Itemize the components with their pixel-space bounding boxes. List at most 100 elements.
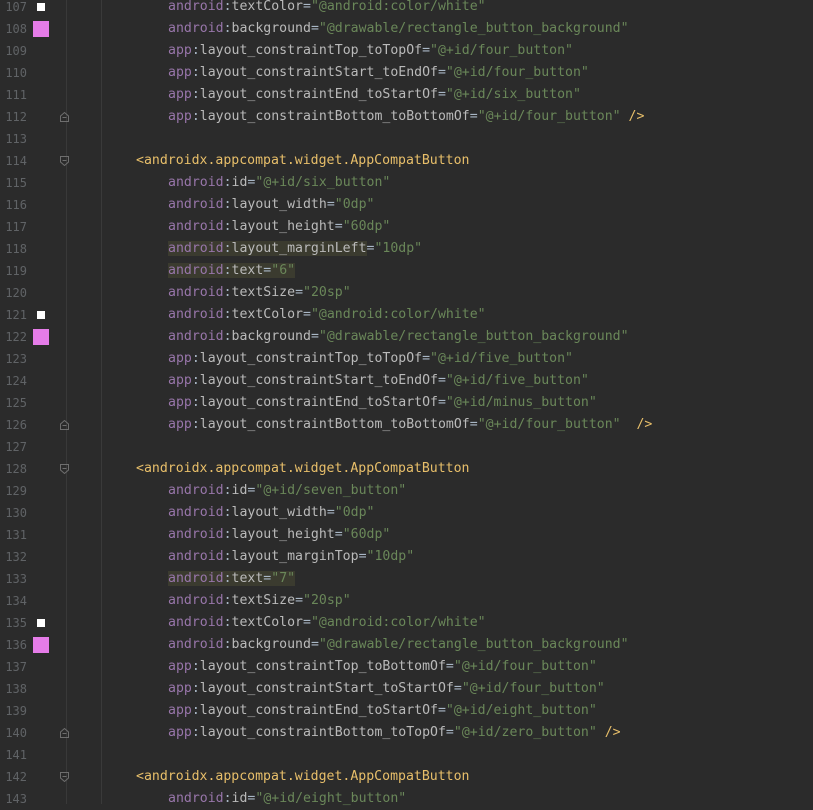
code-token: app <box>168 87 192 102</box>
code-token: = <box>326 197 335 212</box>
code-line[interactable]: 135 android:textColor="@android:color/whi… <box>0 612 813 634</box>
code-line[interactable]: 117 android:layout_height="60dp" <box>0 216 813 238</box>
code-line[interactable]: 119 android:text="6" <box>0 260 813 282</box>
code-token: android <box>168 175 224 190</box>
code-token: layout_marginLeft <box>231 241 367 256</box>
code-line[interactable]: 141 <box>0 744 813 766</box>
code-token: "20sp" <box>303 285 351 300</box>
code-line[interactable]: 125 app:layout_constraintEnd_toStartOf="@… <box>0 392 813 414</box>
code-token: : <box>223 219 232 234</box>
fold-open-icon[interactable] <box>60 156 69 166</box>
code-token: : <box>223 241 232 256</box>
code-line[interactable]: 115 android:id="@+id/six_button" <box>0 172 813 194</box>
code-token: layout_constraintTop_toTopOf <box>199 43 423 58</box>
code-text: android:text="6" <box>168 260 296 282</box>
code-line[interactable]: 109 app:layout_constraintTop_toTopOf="@+i… <box>0 40 813 62</box>
code-line[interactable]: 124 app:layout_constraintStart_toEndOf="@… <box>0 370 813 392</box>
code-token: = <box>437 395 446 410</box>
code-editor[interactable]: 107 android:textColor="@android:color/whi… <box>0 0 813 810</box>
code-line[interactable]: 123 app:layout_constraintTop_toTopOf="@+i… <box>0 348 813 370</box>
line-number: 126 <box>5 418 27 432</box>
fold-close-icon[interactable] <box>60 728 69 738</box>
code-line[interactable]: 116 android:layout_width="0dp" <box>0 194 813 216</box>
code-line[interactable]: 112 app:layout_constraintBottom_toBottomO… <box>0 106 813 128</box>
code-text: app:layout_constraintStart_toEndOf="@+id… <box>168 62 589 84</box>
line-number: 119 <box>5 264 27 278</box>
code-token: layout_constraintStart_toStartOf <box>199 681 454 696</box>
code-token: textColor <box>231 615 303 630</box>
code-token: : <box>191 725 200 740</box>
code-text: app:layout_constraintBottom_toBottomOf="… <box>168 414 652 436</box>
code-line[interactable]: 107 android:textColor="@android:color/whi… <box>0 0 813 18</box>
code-line[interactable]: 120 android:textSize="20sp" <box>0 282 813 304</box>
code-token: layout_constraintBottom_toBottomOf <box>199 417 470 432</box>
code-token: android <box>168 329 224 344</box>
color-swatch-icon[interactable] <box>33 21 49 37</box>
code-token: layout_constraintBottom_toBottomOf <box>199 109 470 124</box>
code-text: app:layout_constraintTop_toBottomOf="@+i… <box>168 656 597 678</box>
code-line[interactable]: 126 app:layout_constraintBottom_toBottomO… <box>0 414 813 436</box>
code-token: = <box>422 351 431 366</box>
code-line[interactable]: 134 android:textSize="20sp" <box>0 590 813 612</box>
color-swatch-icon[interactable] <box>37 619 45 627</box>
code-token: "@+id/four_button" <box>453 659 597 674</box>
line-number: 116 <box>5 198 27 212</box>
code-line[interactable]: 139 app:layout_constraintEnd_toStartOf="@… <box>0 700 813 722</box>
line-number: 139 <box>5 704 27 718</box>
code-line[interactable]: 136 android:background="@drawable/rectang… <box>0 634 813 656</box>
code-token: "@+id/four_button" <box>430 43 573 58</box>
code-line[interactable]: 128 <androidx.appcompat.widget.AppCompatB… <box>0 458 813 480</box>
code-line[interactable]: 121 android:textColor="@android:color/whi… <box>0 304 813 326</box>
code-line[interactable]: 140 app:layout_constraintBottom_toTopOf="… <box>0 722 813 744</box>
code-line[interactable]: 132 android:layout_marginTop="10dp" <box>0 546 813 568</box>
code-text: android:layout_width="0dp" <box>168 502 374 524</box>
code-line[interactable]: 122 android:background="@drawable/rectang… <box>0 326 813 348</box>
code-token: "@+id/minus_button" <box>445 395 597 410</box>
color-swatch-icon[interactable] <box>37 311 45 319</box>
code-line[interactable]: 108 android:background="@drawable/rectang… <box>0 18 813 40</box>
code-line[interactable]: 138 app:layout_constraintStart_toStartOf=… <box>0 678 813 700</box>
code-token: text <box>231 571 264 586</box>
code-token: "0dp" <box>334 197 375 212</box>
code-token: : <box>191 659 200 674</box>
code-line[interactable]: 133 android:text="7" <box>0 568 813 590</box>
code-token: app <box>168 681 192 696</box>
code-line[interactable]: 130 android:layout_width="0dp" <box>0 502 813 524</box>
code-token: android <box>168 307 224 322</box>
fold-open-icon[interactable] <box>60 772 69 782</box>
code-token: = <box>437 87 446 102</box>
code-text: app:layout_constraintStart_toEndOf="@+id… <box>168 370 589 392</box>
fold-close-icon[interactable] <box>60 112 69 122</box>
code-token: "@+id/four_button" <box>445 65 589 80</box>
code-text: android:id="@+id/seven_button" <box>168 480 406 502</box>
code-token: "@+id/five_button" <box>445 373 589 388</box>
line-number: 136 <box>5 638 27 652</box>
code-token: "@android:color/white" <box>310 0 486 14</box>
code-line[interactable]: 143 android:id="@+id/eight_button" <box>0 788 813 810</box>
code-text: app:layout_constraintEnd_toStartOf="@+id… <box>168 392 597 414</box>
color-swatch-icon[interactable] <box>37 3 45 11</box>
code-line[interactable]: 127 <box>0 436 813 458</box>
code-text: app:layout_constraintEnd_toStartOf="@+id… <box>168 84 581 106</box>
code-token: layout_height <box>231 219 335 234</box>
code-token: "@drawable/rectangle_button_background" <box>318 21 629 36</box>
code-line[interactable]: 142 <androidx.appcompat.widget.AppCompatB… <box>0 766 813 788</box>
fold-open-icon[interactable] <box>60 464 69 474</box>
code-token: : <box>223 549 232 564</box>
code-line[interactable]: 131 android:layout_height="60dp" <box>0 524 813 546</box>
code-line[interactable]: 110 app:layout_constraintStart_toEndOf="@… <box>0 62 813 84</box>
code-line[interactable]: 118 android:layout_marginLeft="10dp" <box>0 238 813 260</box>
code-line[interactable]: 113 <box>0 128 813 150</box>
fold-close-icon[interactable] <box>60 420 69 430</box>
code-token: <androidx.appcompat.widget.AppCompatButt… <box>136 461 470 476</box>
color-swatch-icon[interactable] <box>33 329 49 345</box>
code-line[interactable]: 111 app:layout_constraintEnd_toStartOf="@… <box>0 84 813 106</box>
code-token: "10dp" <box>366 549 415 564</box>
code-token: = <box>303 307 311 322</box>
code-token: "10dp" <box>374 241 423 256</box>
code-line[interactable]: 137 app:layout_constraintTop_toBottomOf="… <box>0 656 813 678</box>
color-swatch-icon[interactable] <box>33 637 49 653</box>
code-line[interactable]: 114 <androidx.appcompat.widget.AppCompatB… <box>0 150 813 172</box>
code-token: : <box>223 483 232 498</box>
code-line[interactable]: 129 android:id="@+id/seven_button" <box>0 480 813 502</box>
